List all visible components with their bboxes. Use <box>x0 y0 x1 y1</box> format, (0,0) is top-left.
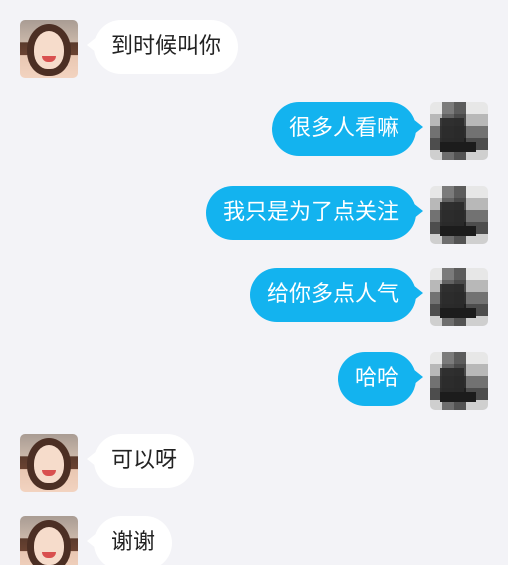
incoming-message-bubble[interactable]: 可以呀 <box>86 434 195 488</box>
self-avatar-pixelated[interactable] <box>430 352 488 410</box>
contact-avatar[interactable] <box>20 434 78 492</box>
outgoing-message-bubble[interactable]: 我只是为了点关注 <box>205 186 424 240</box>
incoming-message-bubble[interactable]: 谢谢 <box>86 516 173 565</box>
outgoing-message-bubble[interactable]: 给你多点人气 <box>249 268 424 322</box>
contact-avatar[interactable] <box>20 20 78 78</box>
self-avatar-pixelated[interactable] <box>430 102 488 160</box>
outgoing-message-bubble[interactable]: 很多人看嘛 <box>271 102 424 156</box>
self-avatar-pixelated[interactable] <box>430 186 488 244</box>
contact-avatar[interactable] <box>20 516 78 565</box>
chat-message-list: 到时候叫你 很多人看嘛 我只是为了点关注 给你多点人气 哈哈 可以呀 谢谢 <box>0 0 508 565</box>
incoming-message-bubble[interactable]: 到时候叫你 <box>86 20 239 74</box>
self-avatar-pixelated[interactable] <box>430 268 488 326</box>
outgoing-message-bubble[interactable]: 哈哈 <box>337 352 424 406</box>
